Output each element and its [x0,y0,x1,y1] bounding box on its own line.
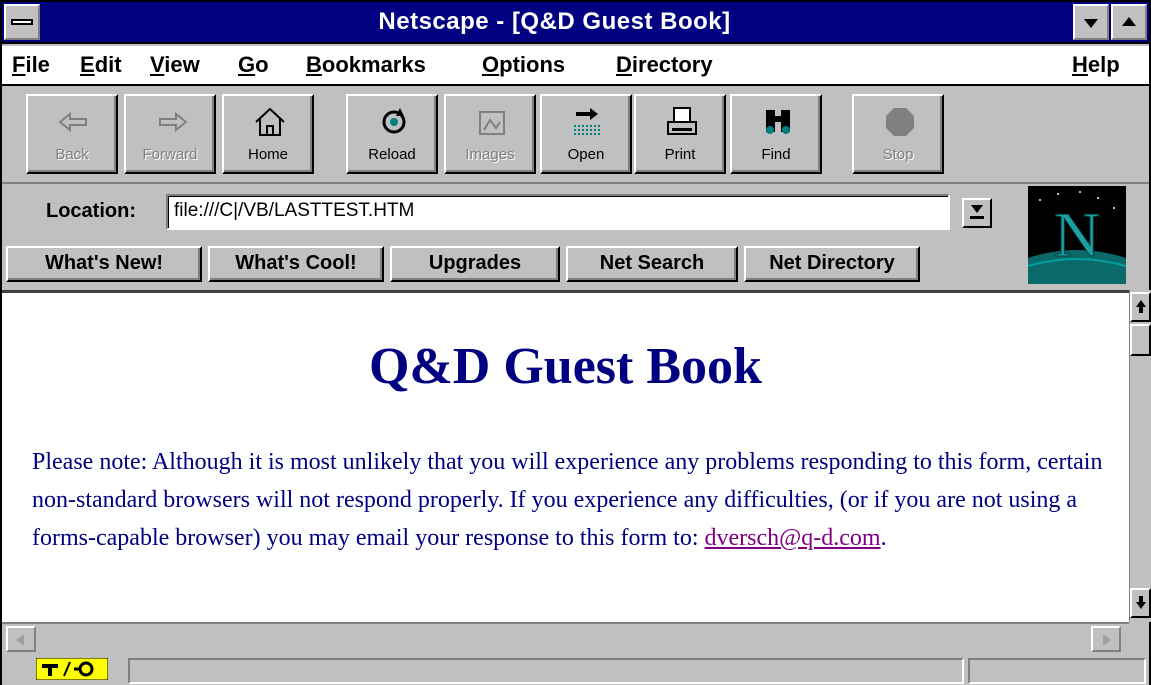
location-dropdown-button[interactable] [962,198,992,228]
images-button[interactable]: Images [444,94,536,174]
print-label: Print [664,146,696,163]
menu-edit[interactable]: Edit [80,46,122,84]
net-search-button[interactable]: Net Search [566,246,738,282]
home-label: Home [247,146,288,163]
status-bar [2,654,1149,685]
vertical-scrollbar[interactable] [1129,290,1151,622]
system-menu-icon [11,19,33,25]
menu-bar: File Edit View Go Bookmarks Options Dire… [2,46,1149,86]
stop-button[interactable]: Stop [852,94,944,174]
page-notice: Please note: Although it is most unlikel… [32,443,1115,557]
binoculars-icon [766,110,790,134]
email-link[interactable]: dversch@q-d.com [705,525,881,551]
menu-file[interactable]: File [12,46,50,84]
right-arrow-icon [1103,634,1111,646]
images-icon [479,111,505,135]
scroll-down-button[interactable] [1130,588,1151,618]
forward-button[interactable]: Forward [124,94,216,174]
maximize-button[interactable] [1111,4,1147,40]
open-button[interactable]: Open [540,94,632,174]
netscape-logo-icon: N [1028,186,1126,284]
minimize-button[interactable] [1073,4,1109,40]
scroll-left-button[interactable] [6,626,36,652]
reload-button[interactable]: Reload [346,94,438,174]
up-arrow-icon [1136,300,1146,307]
reload-icon [382,108,406,134]
page-content: Q&D Guest Book Please note: Although it … [2,290,1129,622]
reload-label: Reload [368,146,416,163]
find-button[interactable]: Find [730,94,822,174]
upgrades-button[interactable]: Upgrades [390,246,560,282]
open-label: Open [567,146,605,163]
menu-view[interactable]: View [150,46,200,84]
find-label: Find [761,146,791,163]
menu-bookmarks[interactable]: Bookmarks [306,46,426,84]
whats-cool-button[interactable]: What's Cool! [208,246,384,282]
security-key-icon [35,657,109,681]
status-message-panel [128,658,964,684]
menu-go[interactable]: Go [238,46,269,84]
logo-letter: N [1054,199,1100,270]
dropdown-line-icon [970,216,984,219]
scroll-right-button[interactable] [1091,626,1121,652]
menu-directory[interactable]: Directory [616,46,713,84]
page-title: Q&D Guest Book [369,338,762,395]
stop-label: Stop [882,146,914,163]
location-input[interactable]: file:///C|/VB/LASTTEST.HTM [166,194,950,230]
print-button[interactable]: Print [634,94,726,174]
stop-icon [886,108,914,136]
notice-period: . [880,525,887,551]
horizontal-scrollbar[interactable] [2,622,1129,652]
location-label: Location: [46,200,136,222]
whats-new-button[interactable]: What's New! [6,246,202,282]
net-directory-button[interactable]: Net Directory [744,246,920,282]
security-indicator-icon [35,657,109,681]
vertical-scroll-thumb[interactable] [1130,324,1151,356]
print-icon [667,107,697,135]
scroll-up-button[interactable] [1130,292,1151,322]
down-arrow-icon [1136,602,1146,609]
up-arrow-shaft [1139,307,1143,313]
home-icon [255,107,285,136]
browser-window: Netscape - [Q&D Guest Book] File Edit Vi… [0,0,1151,685]
minimize-icon [1084,19,1098,28]
toolbar: Back Forward Home Reload Images Open Pri… [2,88,1149,184]
window-title: Netscape - [Q&D Guest Book] [378,8,731,35]
forward-arrow-icon [159,111,188,133]
back-arrow-icon [58,111,87,133]
maximize-icon [1122,17,1136,26]
home-button[interactable]: Home [222,94,314,174]
back-label: Back [55,146,89,163]
open-icon [574,108,602,135]
left-arrow-icon [16,634,24,646]
back-button[interactable]: Back [26,94,118,174]
notice-text: Please note: Although it is most unlikel… [32,449,1103,551]
location-area: Location: file:///C|/VB/LASTTEST.HTM Wha… [2,186,1149,288]
menu-options[interactable]: Options [482,46,565,84]
status-progress-panel [968,658,1146,684]
netscape-logo: N [1028,186,1126,284]
system-menu-button[interactable] [4,4,40,40]
title-bar: Netscape - [Q&D Guest Book] [2,2,1149,44]
menu-help[interactable]: Help [1072,46,1120,84]
images-label: Images [465,146,515,163]
forward-label: Forward [142,146,198,163]
dropdown-arrow-icon [971,205,983,213]
